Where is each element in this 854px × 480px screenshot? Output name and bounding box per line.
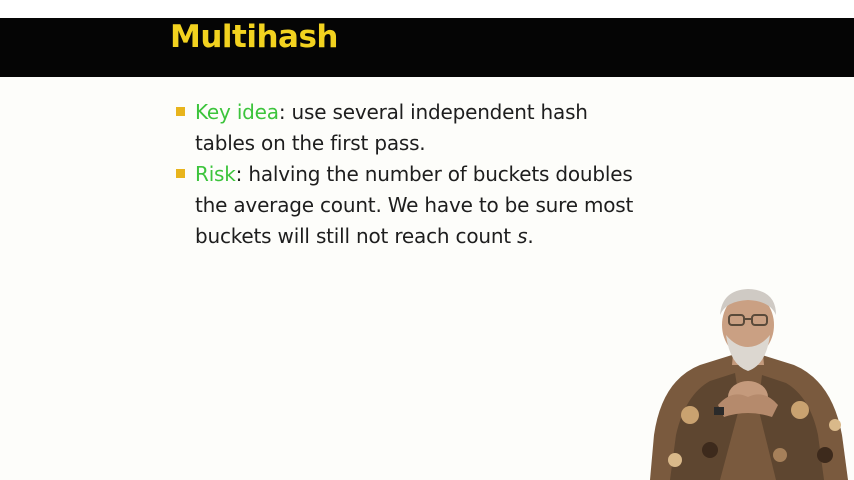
- title-bar: [0, 18, 854, 77]
- bullet-item-key-idea: Key idea: use several independent hash t…: [175, 97, 715, 159]
- bullet-line: the average count. We have to be sure mo…: [195, 193, 634, 217]
- variable-s: s: [517, 224, 528, 248]
- bullet-keyword: Risk: [195, 162, 236, 186]
- bullet-text: : use several independent hash: [278, 100, 588, 124]
- bullet-list: Key idea: use several independent hash t…: [175, 97, 715, 252]
- bullet-line: buckets will still not reach count s.: [195, 221, 715, 252]
- bullet-square-icon: [176, 169, 185, 178]
- bullet-line: tables on the first pass.: [195, 131, 426, 155]
- slide: Multihash Key idea: use several independ…: [0, 0, 854, 480]
- slide-title: Multihash: [170, 19, 339, 55]
- bullet-keyword: Key idea: [195, 100, 279, 124]
- bullet-text: : halving the number of buckets doubles: [235, 162, 633, 186]
- bullet-line: Risk: halving the number of buckets doub…: [195, 159, 715, 190]
- bullet-line: Key idea: use several independent hash: [195, 97, 715, 128]
- bullet-item-risk: Risk: halving the number of buckets doub…: [175, 159, 715, 252]
- bullet-text: buckets will still not reach count: [195, 224, 518, 248]
- bullet-square-icon: [176, 107, 185, 116]
- presenter-video-image: [650, 289, 848, 480]
- top-strip: [0, 0, 854, 18]
- bullet-text: .: [527, 224, 534, 248]
